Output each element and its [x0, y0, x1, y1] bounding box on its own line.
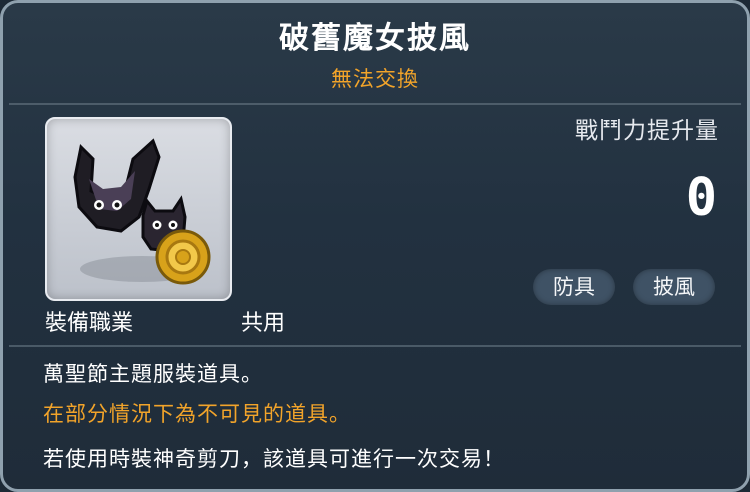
job-label: 裝備職業 [45, 311, 134, 336]
job-value: 共用 [241, 311, 286, 336]
description-line-3: 若使用時裝神奇剪刀，該道具可進行一次交易！ [43, 447, 505, 471]
tag-armor: 防具 [533, 269, 615, 305]
item-icon-frame [45, 117, 232, 301]
description-line-1: 萬聖節主題服裝道具。 [43, 362, 263, 386]
divider-top [9, 103, 741, 105]
trade-status: 無法交換 [331, 67, 419, 91]
item-tooltip: 破舊魔女披風 無法交換 裝備職業 共用 戰鬥力提升量 0 防具 披風 萬聖節主題… [0, 0, 750, 492]
power-increase-value: 0 [685, 168, 717, 228]
divider-bottom [9, 345, 741, 347]
witch-cat-cape-icon [73, 138, 211, 285]
item-name: 破舊魔女披風 [279, 21, 471, 56]
tag-cape: 披風 [633, 269, 715, 305]
description-line-2: 在部分情況下為不可見的道具。 [43, 402, 351, 426]
power-increase-label: 戰鬥力提升量 [575, 118, 719, 144]
